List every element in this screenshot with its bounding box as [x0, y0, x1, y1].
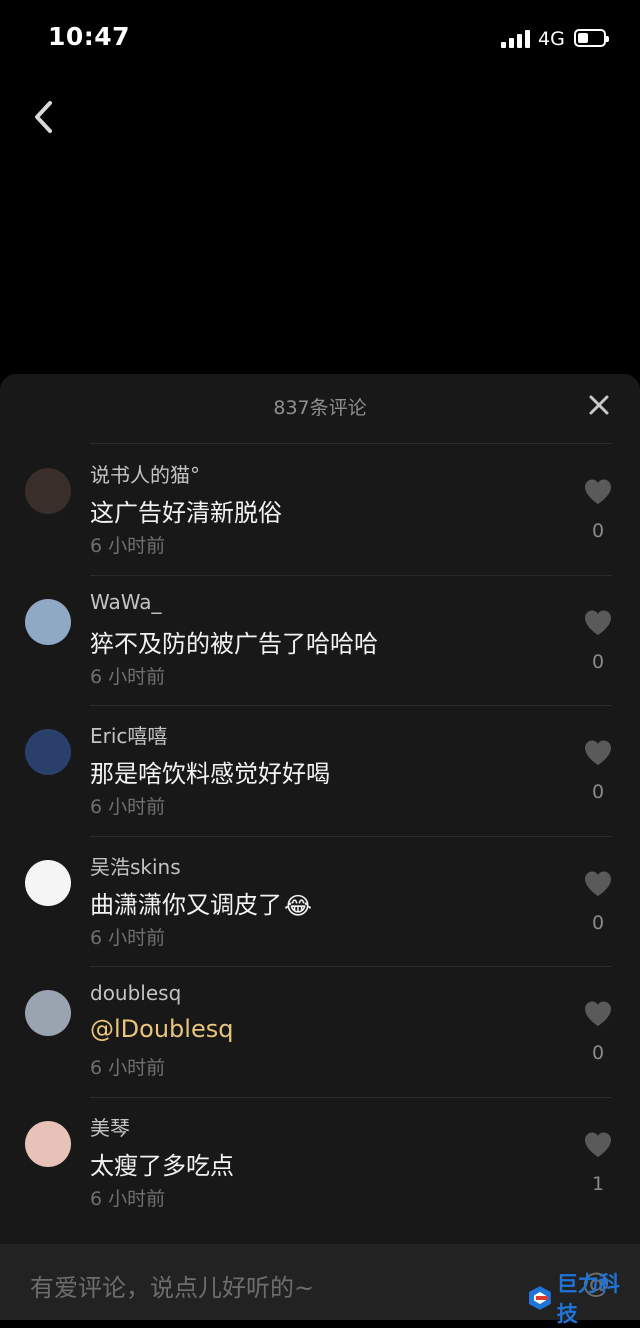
- heart-icon: [585, 1001, 611, 1026]
- comment-input[interactable]: 有爱评论，说点儿好听的~: [30, 1268, 314, 1303]
- comment-item[interactable]: doublesq @lDoublesq 6 小时前 0: [0, 966, 640, 1096]
- comment-username[interactable]: Eric嘻嘻: [90, 720, 167, 749]
- like-count: 1: [591, 1172, 605, 1195]
- comment-text: 曲潇潇你又调皮了😂: [90, 885, 312, 920]
- cellular-signal-icon: [501, 30, 531, 48]
- comment-time: 6 小时前: [90, 1057, 166, 1079]
- avatar[interactable]: [25, 859, 71, 906]
- like-count: 0: [591, 781, 605, 803]
- like-count: 0: [591, 1042, 605, 1064]
- avatar[interactable]: [25, 598, 71, 645]
- battery-level: [578, 33, 588, 43]
- like-button[interactable]: 0: [570, 476, 626, 556]
- comment-username[interactable]: 吴浩skins: [90, 851, 181, 880]
- comment-item[interactable]: 吴浩skins 曲潇潇你又调皮了😂 6 小时前 0: [0, 836, 640, 966]
- avatar[interactable]: [25, 990, 71, 1036]
- comment-text: 那是啥饮料感觉好好喝: [90, 754, 330, 789]
- watermark: 巨力科技: [527, 1273, 640, 1326]
- like-button[interactable]: 0: [570, 998, 626, 1078]
- comment-time: 6 小时前: [90, 1187, 166, 1210]
- heart-icon: [585, 1132, 611, 1157]
- comment-username[interactable]: 说书人的猫°: [90, 459, 200, 488]
- close-icon: [589, 395, 609, 415]
- comment-text-content: @lDoublesq: [90, 1015, 234, 1043]
- like-button[interactable]: 0: [570, 607, 626, 687]
- comment-username[interactable]: doublesq: [90, 981, 181, 1005]
- battery-icon: [574, 29, 609, 47]
- like-count: 0: [591, 520, 605, 542]
- comment-username[interactable]: WaWa_: [90, 590, 162, 614]
- back-button[interactable]: [30, 96, 58, 138]
- comment-text: 太瘦了多吃点: [90, 1146, 234, 1181]
- heart-icon: [585, 610, 611, 635]
- laughing-emoji-icon: 😂: [284, 891, 313, 920]
- like-button[interactable]: 0: [570, 868, 626, 948]
- status-bar: 10:47 4G: [0, 0, 640, 80]
- comment-time: 6 小时前: [90, 796, 166, 818]
- comment-time: 6 小时前: [90, 926, 166, 949]
- comment-text: 这广告好清新脱俗: [90, 493, 282, 528]
- comments-sheet: 837条评论 说书人的猫° 这广告好清新脱俗 6 小时前 0 WaWa_ 猝不及防的被广告…: [0, 374, 640, 1320]
- comment-text-content: 猝不及防的被广告了哈哈哈: [90, 629, 378, 658]
- watermark-text: 巨力科技: [556, 1273, 620, 1326]
- comment-item[interactable]: 美琴太瘦了多吃点 6 小时前 1: [0, 1097, 640, 1227]
- avatar[interactable]: [25, 468, 71, 514]
- comment-text-content: 曲潇潇你又调皮了: [90, 890, 282, 919]
- chevron-left-icon: [35, 101, 52, 133]
- comment-text-content: 太瘦了多吃点: [90, 1151, 234, 1180]
- comment-item[interactable]: Eric嘻嘻那是啥饮料感觉好好喝 6 小时前 0: [0, 705, 640, 835]
- comments-header: 837条评论: [0, 374, 640, 442]
- comment-item[interactable]: WaWa_ 猝不及防的被广告了哈哈哈 6 小时前 0: [0, 575, 640, 705]
- comment-username[interactable]: 美琴: [90, 1112, 130, 1141]
- comment-time: 6 小时前: [90, 535, 166, 557]
- status-time: 10:47: [48, 22, 131, 51]
- close-button[interactable]: [586, 392, 612, 418]
- heart-icon: [585, 479, 611, 504]
- like-button[interactable]: 0: [570, 737, 626, 817]
- network-type: 4G: [538, 28, 565, 50]
- avatar[interactable]: [25, 729, 71, 775]
- like-button[interactable]: 1: [570, 1129, 626, 1209]
- like-count: 0: [591, 911, 605, 934]
- comment-text-content: 那是啥饮料感觉好好喝: [90, 760, 330, 788]
- heart-icon: [585, 871, 611, 896]
- like-count: 0: [591, 650, 605, 673]
- avatar[interactable]: [25, 1120, 71, 1167]
- comment-text: 猝不及防的被广告了哈哈哈: [90, 624, 378, 659]
- comment-text-content: 这广告好清新脱俗: [90, 499, 282, 527]
- watermark-logo-icon: [528, 1286, 551, 1310]
- comment-time: 6 小时前: [90, 665, 166, 688]
- comment-count: 837条评论: [273, 397, 367, 419]
- comment-text: @lDoublesq: [90, 1015, 233, 1043]
- heart-icon: [585, 740, 611, 765]
- comment-item[interactable]: 说书人的猫° 这广告好清新脱俗 6 小时前 0: [0, 444, 640, 574]
